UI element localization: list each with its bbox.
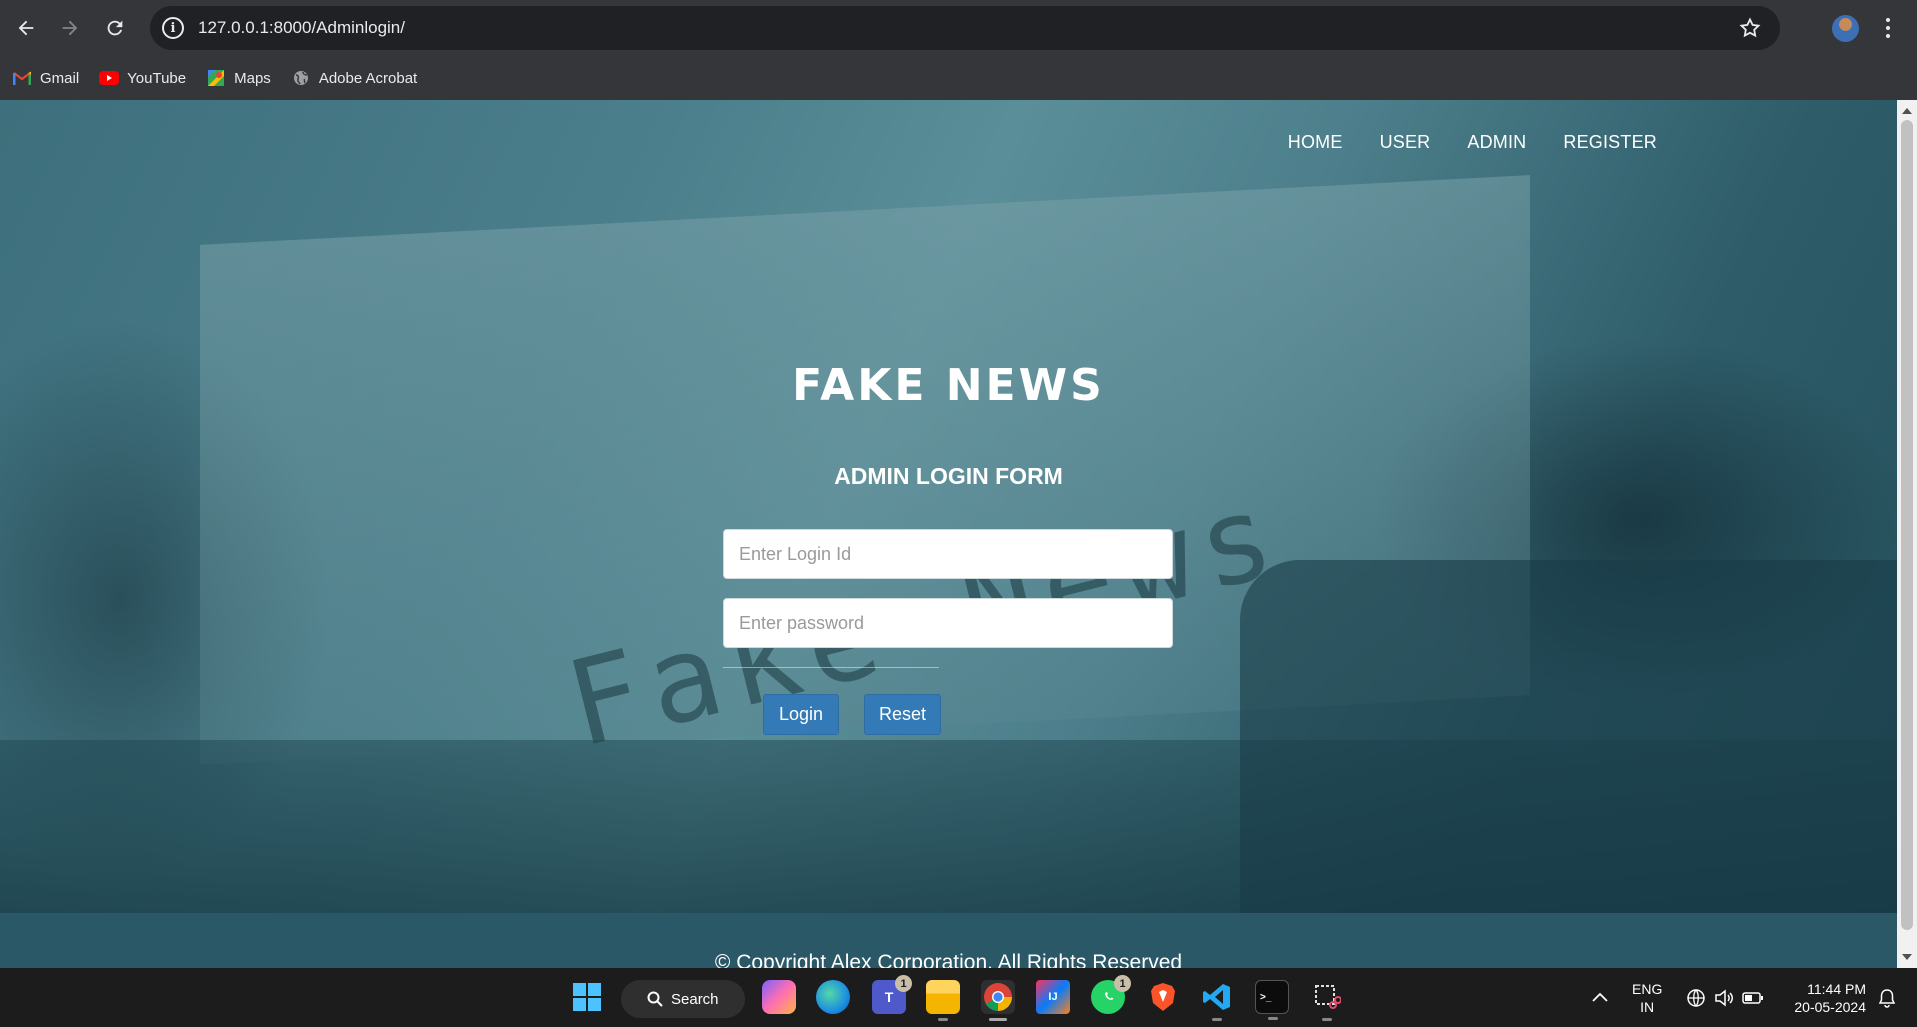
nav-home[interactable]: HOME <box>1288 132 1343 153</box>
nav-user[interactable]: USER <box>1380 132 1431 153</box>
language-code: ENG <box>1632 981 1663 997</box>
vscode-icon[interactable] <box>1200 980 1234 1021</box>
terminal-icon[interactable]: >_ <box>1255 980 1289 1020</box>
globe-icon <box>291 70 311 86</box>
bookmark-star-icon[interactable] <box>1738 16 1762 40</box>
arrow-left-icon <box>18 20 34 36</box>
forward-button[interactable] <box>48 6 92 50</box>
show-hidden-icons-chevron-icon[interactable] <box>1592 992 1608 1002</box>
volume-icon[interactable] <box>1714 988 1734 1008</box>
web-page: Fake News HOME USER ADMIN REGISTER FAKE … <box>0 100 1897 968</box>
scroll-down-arrow-icon[interactable] <box>1902 954 1912 960</box>
snipping-tool-icon[interactable] <box>1310 980 1344 1021</box>
password-input[interactable] <box>723 598 1173 648</box>
form-title: ADMIN LOGIN FORM <box>834 463 1063 489</box>
menu-icon[interactable] <box>1880 12 1896 44</box>
youtube-icon <box>99 70 120 86</box>
running-indicator <box>1268 1017 1278 1020</box>
bookmark-maps[interactable]: Maps <box>206 70 271 87</box>
site-footer: © Copyright Alex Corporation. All Rights… <box>0 913 1897 968</box>
whatsapp-icon[interactable]: 1 <box>1091 975 1131 1014</box>
teams-icon[interactable]: T1 <box>872 975 912 1014</box>
gmail-icon <box>12 70 32 86</box>
region-code: IN <box>1640 999 1655 1015</box>
network-globe-icon[interactable] <box>1686 988 1706 1008</box>
hero-background: Fake News HOME USER ADMIN REGISTER FAKE … <box>0 100 1897 913</box>
bookmarks-bar: Gmail YouTube Maps Adobe Acrobat <box>0 56 1917 100</box>
reload-icon <box>107 20 123 36</box>
battery-icon[interactable] <box>1742 990 1764 1006</box>
login-button[interactable]: Login <box>763 694 839 735</box>
nav-admin[interactable]: ADMIN <box>1467 132 1526 153</box>
address-bar[interactable]: i 127.0.0.1:8000/Adminlogin/ <box>150 6 1780 50</box>
clock-date: 20-05-2024 <box>1794 999 1866 1015</box>
bookmark-label: Gmail <box>40 69 80 87</box>
back-button[interactable] <box>4 6 48 50</box>
bookmark-youtube[interactable]: YouTube <box>99 70 186 87</box>
reset-button[interactable]: Reset <box>864 694 941 735</box>
notification-bell-icon[interactable] <box>1876 987 1898 1009</box>
form-divider <box>723 667 939 668</box>
url-text[interactable]: 127.0.0.1:8000/Adminlogin/ <box>198 18 405 38</box>
site-info-icon[interactable]: i <box>162 17 184 39</box>
bookmark-label: Maps <box>234 69 271 87</box>
page-scrollbar[interactable] <box>1897 100 1917 968</box>
intellij-icon[interactable]: IJ <box>1036 980 1070 1014</box>
teams-notification-badge: 1 <box>895 975 912 992</box>
running-indicator <box>1322 1018 1332 1021</box>
site-nav: HOME USER ADMIN REGISTER <box>1288 132 1657 153</box>
arrow-right-icon <box>62 20 78 36</box>
bookmark-label: Adobe Acrobat <box>318 69 418 87</box>
whatsapp-notification-badge: 1 <box>1114 975 1131 992</box>
typewriter-platen-decoration <box>1240 560 1897 913</box>
copyright-text: © Copyright Alex Corporation. All Rights… <box>714 951 1183 968</box>
taskbar-search[interactable]: Search <box>621 980 745 1018</box>
clock-time: 11:44 PM <box>1807 981 1866 997</box>
active-indicator <box>989 1018 1007 1021</box>
scroll-up-arrow-icon[interactable] <box>1902 108 1912 114</box>
search-icon <box>647 991 663 1007</box>
edge-icon[interactable] <box>816 980 850 1014</box>
site-brand-title: FAKE NEWS <box>792 360 1105 411</box>
running-indicator <box>1212 1018 1222 1021</box>
scrollbar-thumb[interactable] <box>1901 120 1913 930</box>
browser-toolbar: i 127.0.0.1:8000/Adminlogin/ <box>0 0 1917 56</box>
reload-button[interactable] <box>93 6 137 50</box>
brave-icon[interactable] <box>1146 980 1180 1014</box>
running-indicator <box>938 1018 948 1021</box>
bookmark-label: YouTube <box>127 69 187 87</box>
windows-taskbar: Search T1 IJ 1 >_ ENG IN 11:44 PM 20-05-… <box>0 968 1917 1027</box>
login-id-input[interactable] <box>723 529 1173 579</box>
input-language[interactable]: ENG IN <box>1632 980 1662 1016</box>
taskbar-clock[interactable]: 11:44 PM 20-05-2024 <box>1782 980 1866 1016</box>
profile-avatar[interactable] <box>1832 15 1859 42</box>
search-label: Search <box>671 990 719 1008</box>
windows-start-icon[interactable] <box>570 980 604 1014</box>
maps-icon <box>206 70 226 86</box>
copilot-icon[interactable] <box>762 980 796 1014</box>
bookmark-gmail[interactable]: Gmail <box>12 70 79 87</box>
chrome-icon[interactable] <box>981 980 1015 1021</box>
file-explorer-icon[interactable] <box>926 980 960 1021</box>
nav-register[interactable]: REGISTER <box>1563 132 1657 153</box>
bookmark-adobe-acrobat[interactable]: Adobe Acrobat <box>291 70 417 87</box>
